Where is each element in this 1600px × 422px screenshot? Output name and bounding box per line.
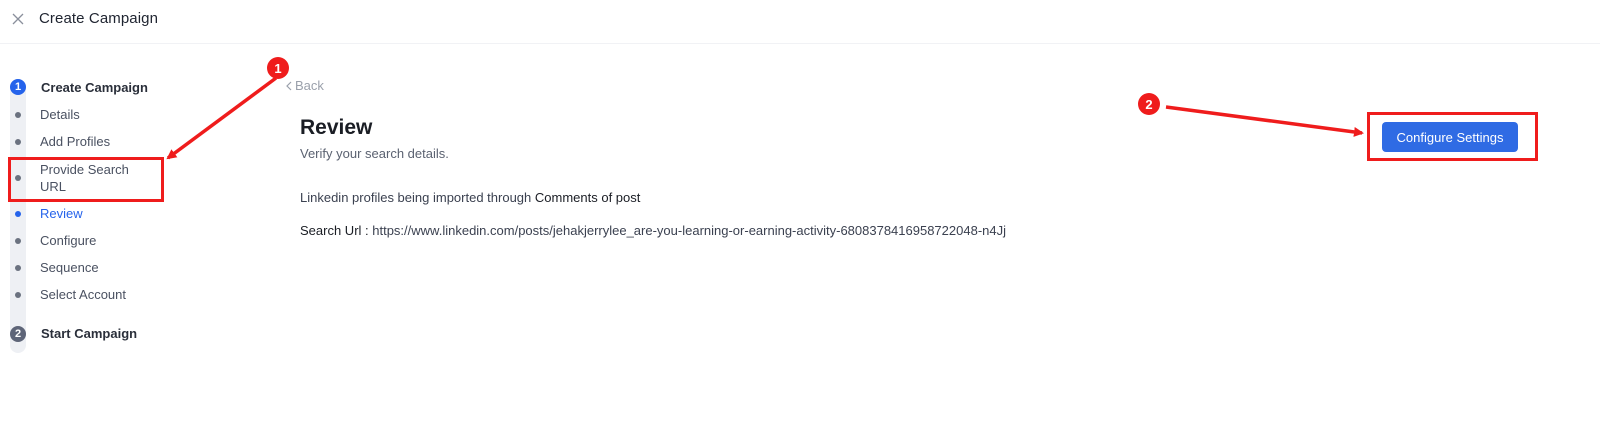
annotation-arrow-2	[1165, 105, 1364, 137]
annotation-arrows	[166, 76, 1364, 160]
create-campaign-page: Create Campaign 1 Create Campaign Detail…	[0, 0, 1600, 422]
annotation-badge-2: 2	[1138, 93, 1160, 115]
annotation-arrow-1	[166, 76, 278, 160]
annotation-badge-1: 1	[267, 57, 289, 79]
